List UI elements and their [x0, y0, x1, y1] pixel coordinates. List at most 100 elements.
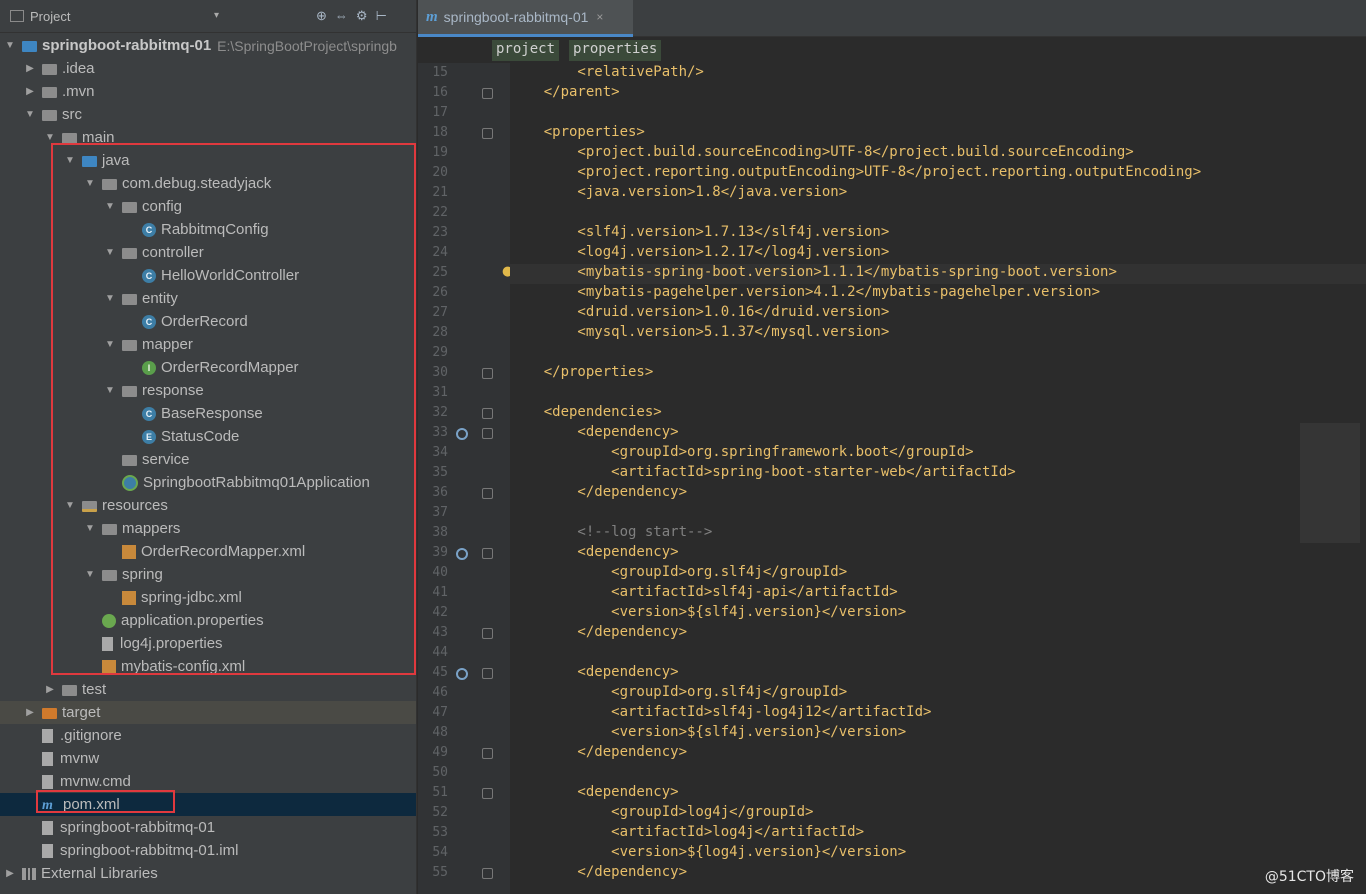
- code-line[interactable]: <java.version>1.8</java.version>: [510, 184, 1366, 204]
- fold-marker-icon[interactable]: [482, 368, 493, 379]
- code-line[interactable]: <mybatis-spring-boot.version>1.1.1</myba…: [510, 264, 1366, 284]
- code-line[interactable]: <dependency>: [510, 784, 1366, 804]
- close-tab-icon[interactable]: ×: [596, 10, 603, 24]
- tree-item[interactable]: ▶ .mvn: [0, 80, 416, 103]
- folder-icon: [42, 64, 57, 75]
- code-line[interactable]: </dependency>: [510, 864, 1366, 884]
- code-line[interactable]: <dependency>: [510, 424, 1366, 444]
- hide-panel-icon[interactable]: ⊢: [376, 8, 387, 24]
- code-line[interactable]: <artifactId>slf4j-api</artifactId>: [510, 584, 1366, 604]
- code-line[interactable]: <mysql.version>5.1.37</mysql.version>: [510, 324, 1366, 344]
- tree-item[interactable]: ▶ target: [0, 701, 416, 724]
- code-line[interactable]: </dependency>: [510, 624, 1366, 644]
- tree-item[interactable]: ▶ .idea: [0, 57, 416, 80]
- code-line[interactable]: <project.reporting.outputEncoding>UTF-8<…: [510, 164, 1366, 184]
- tree-item[interactable]: ▼ springboot-rabbitmq-01 E:\SpringBootProj…: [0, 34, 416, 57]
- code-line[interactable]: [510, 644, 1366, 664]
- code-line[interactable]: </dependency>: [510, 484, 1366, 504]
- line-number: 32: [432, 405, 448, 420]
- code-line[interactable]: <artifactId>spring-boot-starter-web</art…: [510, 464, 1366, 484]
- fold-marker-icon[interactable]: [482, 668, 493, 679]
- fold-marker-icon[interactable]: [482, 748, 493, 759]
- tree-item[interactable]: springboot-rabbitmq-01.iml: [0, 839, 416, 862]
- fold-marker-icon[interactable]: [482, 548, 493, 559]
- code-line[interactable]: </dependency>: [510, 744, 1366, 764]
- collapsed-arrow-icon[interactable]: ▶: [44, 684, 56, 695]
- fold-marker-icon[interactable]: [482, 868, 493, 879]
- code-line[interactable]: <project.build.sourceEncoding>UTF-8</pro…: [510, 144, 1366, 164]
- code-line[interactable]: <mybatis-pagehelper.version>4.1.2</mybat…: [510, 284, 1366, 304]
- line-number: 48: [432, 725, 448, 740]
- code-line[interactable]: <groupId>org.slf4j</groupId>: [510, 684, 1366, 704]
- line-number: 54: [432, 845, 448, 860]
- code-editor[interactable]: <relativePath/> </parent> <properties> <…: [510, 63, 1366, 894]
- editor-tab-pom[interactable]: m springboot-rabbitmq-01 ×: [418, 0, 633, 37]
- collapsed-arrow-icon[interactable]: ▶: [24, 63, 36, 74]
- tree-item[interactable]: ▶ test: [0, 678, 416, 701]
- collapse-all-icon[interactable]: ⇔: [335, 8, 348, 24]
- code-line[interactable]: <artifactId>slf4j-log4j12</artifactId>: [510, 704, 1366, 724]
- code-line[interactable]: <properties>: [510, 124, 1366, 144]
- code-line[interactable]: <groupId>org.slf4j</groupId>: [510, 564, 1366, 584]
- expanded-arrow-icon[interactable]: ▼: [24, 109, 36, 120]
- code-line[interactable]: <log4j.version>1.2.17</log4j.version>: [510, 244, 1366, 264]
- code-line[interactable]: <dependency>: [510, 664, 1366, 684]
- tree-item[interactable]: ▼ src: [0, 103, 416, 126]
- line-number: 37: [432, 505, 448, 520]
- code-line[interactable]: <groupId>org.springframework.boot</group…: [510, 444, 1366, 464]
- collapsed-arrow-icon[interactable]: ▶: [24, 707, 36, 718]
- fold-marker-icon[interactable]: [482, 488, 493, 499]
- tree-item[interactable]: .gitignore: [0, 724, 416, 747]
- line-number: 30: [432, 365, 448, 380]
- code-line[interactable]: <version>${log4j.version}</version>: [510, 844, 1366, 864]
- code-line[interactable]: [510, 504, 1366, 524]
- breadcrumb-properties[interactable]: properties: [569, 40, 662, 61]
- expanded-arrow-icon[interactable]: ▼: [4, 40, 16, 51]
- code-line[interactable]: [510, 344, 1366, 364]
- fold-marker-icon[interactable]: [482, 408, 493, 419]
- code-line[interactable]: <artifactId>log4j</artifactId>: [510, 824, 1366, 844]
- tree-item[interactable]: ▶ External Libraries: [0, 862, 416, 885]
- dependency-gutter-icon[interactable]: [456, 668, 468, 680]
- breadcrumb-project[interactable]: project: [492, 40, 560, 61]
- tree-item[interactable]: mvnw: [0, 747, 416, 770]
- settings-gear-icon[interactable]: ⚙: [356, 8, 368, 24]
- code-line[interactable]: <relativePath/>: [510, 64, 1366, 84]
- fold-marker-icon[interactable]: [482, 628, 493, 639]
- code-line[interactable]: <slf4j.version>1.7.13</slf4j.version>: [510, 224, 1366, 244]
- code-line[interactable]: </parent>: [510, 84, 1366, 104]
- folder-icon: [62, 685, 77, 696]
- code-line[interactable]: <dependencies>: [510, 404, 1366, 424]
- project-view-title[interactable]: Project: [30, 9, 70, 24]
- code-line[interactable]: [510, 104, 1366, 124]
- code-line[interactable]: [510, 384, 1366, 404]
- code-line[interactable]: <druid.version>1.0.16</druid.version>: [510, 304, 1366, 324]
- file-icon: [42, 843, 53, 858]
- code-line[interactable]: [510, 764, 1366, 784]
- file-icon: [42, 774, 53, 789]
- tree-item[interactable]: springboot-rabbitmq-01: [0, 816, 416, 839]
- fold-marker-icon[interactable]: [482, 88, 493, 99]
- fold-marker-icon[interactable]: [482, 428, 493, 439]
- scroll-from-source-icon[interactable]: ⊕: [316, 8, 327, 24]
- fold-marker-icon[interactable]: [482, 128, 493, 139]
- collapsed-arrow-icon[interactable]: ▶: [4, 868, 16, 879]
- code-line[interactable]: <dependency>: [510, 544, 1366, 564]
- code-line[interactable]: </properties>: [510, 364, 1366, 384]
- collapsed-arrow-icon[interactable]: ▶: [24, 86, 36, 97]
- fold-marker-icon[interactable]: [482, 788, 493, 799]
- file-icon: [42, 728, 53, 743]
- dependency-gutter-icon[interactable]: [456, 428, 468, 440]
- tree-item-label: .mvn: [62, 83, 95, 100]
- tree-item-label: src: [62, 106, 82, 123]
- code-line[interactable]: <!--log start-->: [510, 524, 1366, 544]
- code-line[interactable]: [510, 204, 1366, 224]
- code-line[interactable]: <version>${slf4j.version}</version>: [510, 604, 1366, 624]
- line-number: 26: [432, 285, 448, 300]
- code-line[interactable]: <groupId>log4j</groupId>: [510, 804, 1366, 824]
- code-line[interactable]: <version>${slf4j.version}</version>: [510, 724, 1366, 744]
- dependency-gutter-icon[interactable]: [456, 548, 468, 560]
- view-mode-dropdown-icon[interactable]: ▾: [214, 10, 219, 21]
- expanded-arrow-icon[interactable]: ▼: [44, 132, 56, 143]
- project-header: Project ▾ ⊕ ⇔ ⚙ ⊢: [0, 0, 416, 33]
